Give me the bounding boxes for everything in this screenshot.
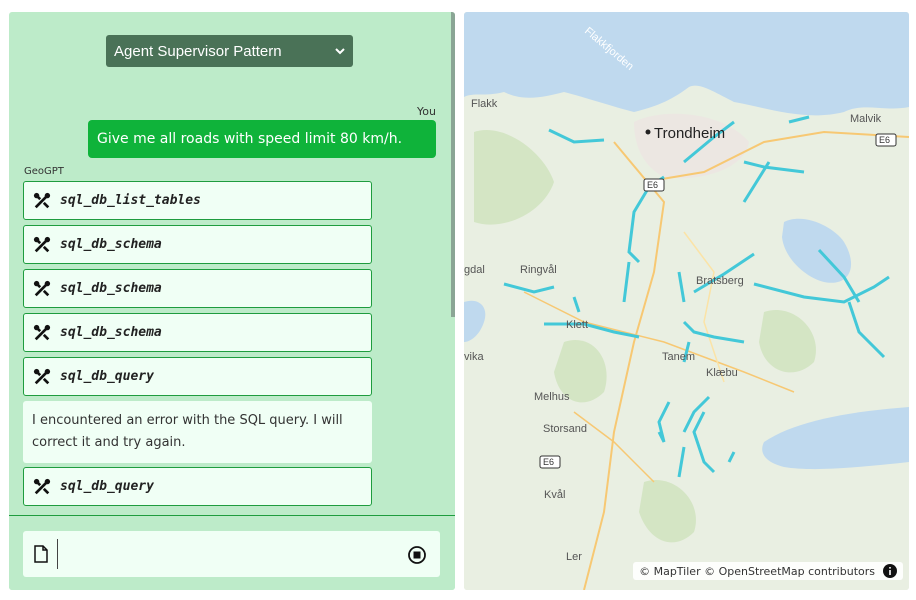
agent-label: GeoGPT <box>24 166 64 177</box>
tool-name: sql_db_query <box>60 369 154 384</box>
tool-call[interactable]: sql_db_schema <box>23 225 372 264</box>
svg-text:Melhus: Melhus <box>534 391 570 403</box>
svg-text:Tanem: Tanem <box>662 351 695 363</box>
tool-name: sql_db_schema <box>60 325 162 340</box>
svg-text:E6: E6 <box>647 180 658 190</box>
text-caret <box>57 539 58 569</box>
svg-text:E6: E6 <box>543 457 554 467</box>
message-input-bar <box>9 515 455 590</box>
tool-call[interactable]: sql_db_schema <box>23 313 372 352</box>
pattern-select-label: Agent Supervisor Pattern <box>114 42 282 60</box>
svg-text:Klett: Klett <box>566 319 588 331</box>
tools-icon <box>33 236 51 252</box>
user-message: Give me all roads with speed limit 80 km… <box>88 120 436 158</box>
tool-call[interactable]: sql_db_query <box>23 357 372 396</box>
place-label: Trondheim <box>654 125 725 142</box>
svg-text:Storsand: Storsand <box>543 423 587 435</box>
tools-icon <box>33 368 51 384</box>
agent-message-text: I encountered an error with the SQL quer… <box>32 413 343 450</box>
user-label: You <box>417 105 436 118</box>
map-attribution: © MapTiler © OpenStreetMap contributors <box>633 562 903 580</box>
chat-scrollbar[interactable] <box>451 12 455 317</box>
svg-text:Ringvål: Ringvål <box>520 264 557 276</box>
tools-icon <box>33 280 51 296</box>
svg-text:Klæbu: Klæbu <box>706 367 738 379</box>
svg-text:vika: vika <box>464 351 484 363</box>
user-message-text: Give me all roads with speed limit 80 km… <box>97 131 403 147</box>
tool-name: sql_db_schema <box>60 237 162 252</box>
svg-text:gdal: gdal <box>464 264 485 276</box>
svg-text:Malvik: Malvik <box>850 113 882 125</box>
tools-icon <box>33 324 51 340</box>
svg-text:Bratsberg: Bratsberg <box>696 275 744 287</box>
tool-name: sql_db_query <box>60 479 154 494</box>
tools-icon <box>33 192 51 208</box>
stop-icon[interactable] <box>408 546 426 564</box>
tool-call[interactable]: sql_db_schema <box>23 269 372 308</box>
pattern-select[interactable]: Agent Supervisor Pattern <box>106 35 353 67</box>
tool-call[interactable]: sql_db_list_tables <box>23 181 372 220</box>
chat-panel: Agent Supervisor Pattern You Give me all… <box>9 12 455 590</box>
tool-call[interactable]: sql_db_query <box>23 467 372 506</box>
svg-text:Ler: Ler <box>566 551 582 563</box>
tool-name: sql_db_list_tables <box>60 193 201 208</box>
file-icon[interactable] <box>34 545 48 563</box>
chevron-down-icon <box>335 48 345 55</box>
agent-message: I encountered an error with the SQL quer… <box>23 401 372 463</box>
attribution-text: © MapTiler © OpenStreetMap contributors <box>639 564 875 578</box>
info-icon[interactable] <box>883 564 897 578</box>
map-view[interactable]: Trondheim Flakk Malvik Ringvål Bratsberg… <box>464 12 909 590</box>
tool-name: sql_db_schema <box>60 281 162 296</box>
map-canvas[interactable]: Trondheim Flakk Malvik Ringvål Bratsberg… <box>464 12 909 590</box>
message-input[interactable] <box>23 531 440 577</box>
svg-text:E6: E6 <box>879 135 890 145</box>
svg-text:Flakk: Flakk <box>471 98 498 110</box>
svg-text:Kvål: Kvål <box>544 489 565 501</box>
tools-icon <box>33 478 51 494</box>
